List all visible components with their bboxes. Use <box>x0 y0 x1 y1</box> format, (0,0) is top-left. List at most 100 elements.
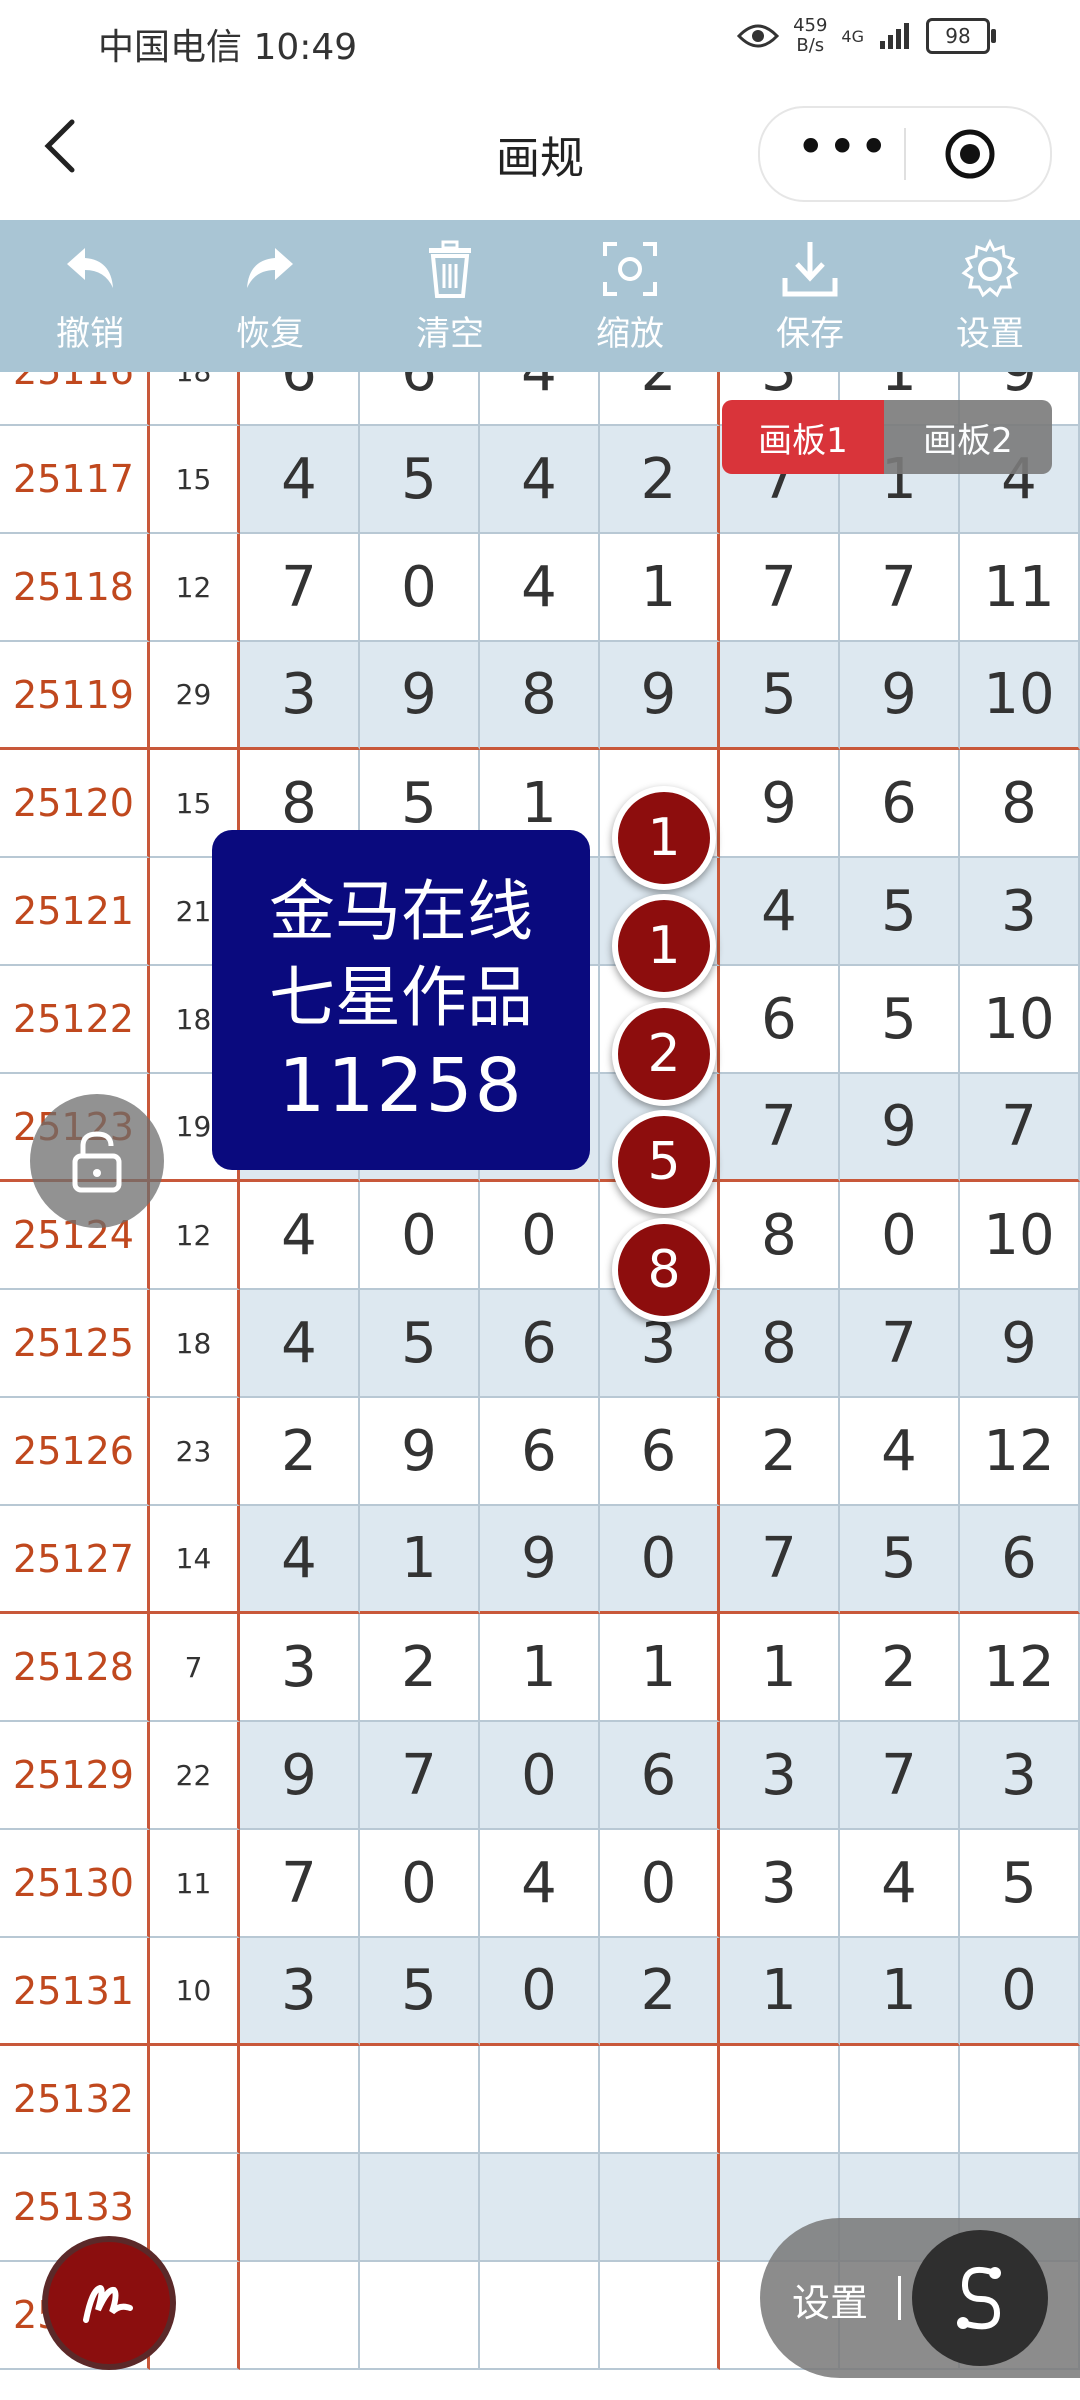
issue-number-cell[interactable]: 25131 <box>0 1938 150 2046</box>
sum-cell[interactable]: 29 <box>150 642 240 750</box>
digit-cell[interactable]: 5 <box>960 1830 1080 1938</box>
digit-cell[interactable] <box>600 2262 720 2370</box>
digit-cell[interactable]: 7 <box>360 1722 480 1830</box>
digit-cell[interactable] <box>840 2046 960 2154</box>
digit-cell[interactable]: 7 <box>240 1830 360 1938</box>
digit-cell[interactable]: 6 <box>600 1398 720 1506</box>
digit-cell[interactable]: 2 <box>600 426 720 534</box>
issue-number-cell[interactable]: 25116 <box>0 372 150 426</box>
marker-circle[interactable]: 1 <box>612 894 716 998</box>
sum-cell[interactable]: 22 <box>150 1722 240 1830</box>
issue-number-cell[interactable]: 25117 <box>0 426 150 534</box>
sum-cell[interactable] <box>150 2046 240 2154</box>
digit-cell[interactable] <box>720 2046 840 2154</box>
digit-cell[interactable]: 0 <box>600 1830 720 1938</box>
digit-cell[interactable]: 6 <box>240 372 360 426</box>
sum-cell[interactable]: 10 <box>150 1938 240 2046</box>
sum-cell[interactable] <box>150 2154 240 2262</box>
pen-button[interactable] <box>42 2236 176 2370</box>
digit-cell[interactable]: 5 <box>720 642 840 750</box>
digit-cell[interactable]: 9 <box>720 750 840 858</box>
digit-cell[interactable]: 7 <box>720 1074 840 1182</box>
digit-cell[interactable]: 9 <box>840 1074 960 1182</box>
digit-cell[interactable]: 1 <box>840 1938 960 2046</box>
digit-cell[interactable]: 0 <box>480 1938 600 2046</box>
issue-number-cell[interactable]: 25128 <box>0 1614 150 1722</box>
digit-cell[interactable]: 7 <box>240 534 360 642</box>
sum-cell[interactable]: 7 <box>150 1614 240 1722</box>
sum-cell[interactable]: 12 <box>150 1182 240 1290</box>
sum-cell[interactable]: 14 <box>150 1506 240 1614</box>
digit-cell[interactable]: 10 <box>960 966 1080 1074</box>
digit-cell[interactable]: 2 <box>720 1398 840 1506</box>
digit-cell[interactable] <box>240 2262 360 2370</box>
marker-circle[interactable]: 8 <box>612 1218 716 1322</box>
digit-cell[interactable] <box>600 2154 720 2262</box>
digit-cell[interactable]: 0 <box>360 1182 480 1290</box>
issue-number-cell[interactable]: 25126 <box>0 1398 150 1506</box>
digit-cell[interactable]: 7 <box>720 1506 840 1614</box>
digit-cell[interactable]: 3 <box>960 1722 1080 1830</box>
digit-cell[interactable]: 9 <box>360 642 480 750</box>
digit-cell[interactable]: 9 <box>360 1398 480 1506</box>
issue-number-cell[interactable]: 25127 <box>0 1506 150 1614</box>
digit-cell[interactable]: 10 <box>960 1182 1080 1290</box>
digit-cell[interactable]: 0 <box>360 1830 480 1938</box>
issue-number-cell[interactable]: 25130 <box>0 1830 150 1938</box>
issue-number-cell[interactable]: 25119 <box>0 642 150 750</box>
digit-cell[interactable]: 7 <box>840 534 960 642</box>
digit-cell[interactable] <box>600 2046 720 2154</box>
digit-cell[interactable] <box>240 2046 360 2154</box>
digit-cell[interactable]: 4 <box>480 372 600 426</box>
digit-cell[interactable]: 5 <box>360 1290 480 1398</box>
digit-cell[interactable] <box>360 2046 480 2154</box>
digit-cell[interactable]: 8 <box>480 642 600 750</box>
sum-cell[interactable]: 15 <box>150 426 240 534</box>
save-button[interactable]: 保存 <box>720 220 900 372</box>
digit-cell[interactable]: 0 <box>360 534 480 642</box>
digit-cell[interactable]: 9 <box>480 1506 600 1614</box>
digit-cell[interactable]: 6 <box>720 966 840 1074</box>
settings-button[interactable]: 设置 <box>900 220 1080 372</box>
digit-cell[interactable]: 9 <box>960 1290 1080 1398</box>
digit-cell[interactable]: 4 <box>240 426 360 534</box>
sum-cell[interactable]: 18 <box>150 1290 240 1398</box>
digit-cell[interactable]: 6 <box>480 1290 600 1398</box>
digit-cell[interactable]: 7 <box>960 1074 1080 1182</box>
digit-cell[interactable]: 5 <box>840 858 960 966</box>
digit-cell[interactable]: 0 <box>480 1182 600 1290</box>
digit-cell[interactable]: 6 <box>360 372 480 426</box>
digit-cell[interactable]: 3 <box>720 1830 840 1938</box>
draw-mode-button[interactable] <box>912 2230 1048 2366</box>
digit-cell[interactable]: 3 <box>720 1722 840 1830</box>
tab-board-2[interactable]: 画板2 <box>884 400 1052 474</box>
digit-cell[interactable]: 4 <box>720 858 840 966</box>
issue-number-cell[interactable]: 25125 <box>0 1290 150 1398</box>
digit-cell[interactable]: 2 <box>840 1614 960 1722</box>
digit-cell[interactable]: 8 <box>720 1290 840 1398</box>
marker-circle[interactable]: 1 <box>612 786 716 890</box>
issue-number-cell[interactable]: 25118 <box>0 534 150 642</box>
digit-cell[interactable]: 1 <box>600 534 720 642</box>
digit-cell[interactable] <box>240 2154 360 2262</box>
more-icon[interactable]: ••• <box>796 118 890 176</box>
digit-cell[interactable]: 7 <box>840 1290 960 1398</box>
digit-cell[interactable]: 8 <box>960 750 1080 858</box>
digit-cell[interactable]: 5 <box>840 1506 960 1614</box>
digit-cell[interactable]: 6 <box>840 750 960 858</box>
digit-cell[interactable]: 4 <box>480 426 600 534</box>
redo-button[interactable]: 恢复 <box>180 220 360 372</box>
digit-cell[interactable]: 2 <box>600 1938 720 2046</box>
digit-cell[interactable] <box>360 2262 480 2370</box>
digit-cell[interactable]: 11 <box>960 534 1080 642</box>
close-target-icon[interactable] <box>944 128 996 180</box>
digit-cell[interactable]: 6 <box>960 1506 1080 1614</box>
digit-cell[interactable]: 4 <box>240 1506 360 1614</box>
digit-cell[interactable]: 3 <box>240 1938 360 2046</box>
digit-cell[interactable]: 6 <box>600 1722 720 1830</box>
lock-button[interactable] <box>30 1094 164 1228</box>
issue-number-cell[interactable]: 25121 <box>0 858 150 966</box>
digit-cell[interactable]: 3 <box>240 642 360 750</box>
digit-cell[interactable]: 4 <box>240 1290 360 1398</box>
issue-number-cell[interactable]: 25120 <box>0 750 150 858</box>
